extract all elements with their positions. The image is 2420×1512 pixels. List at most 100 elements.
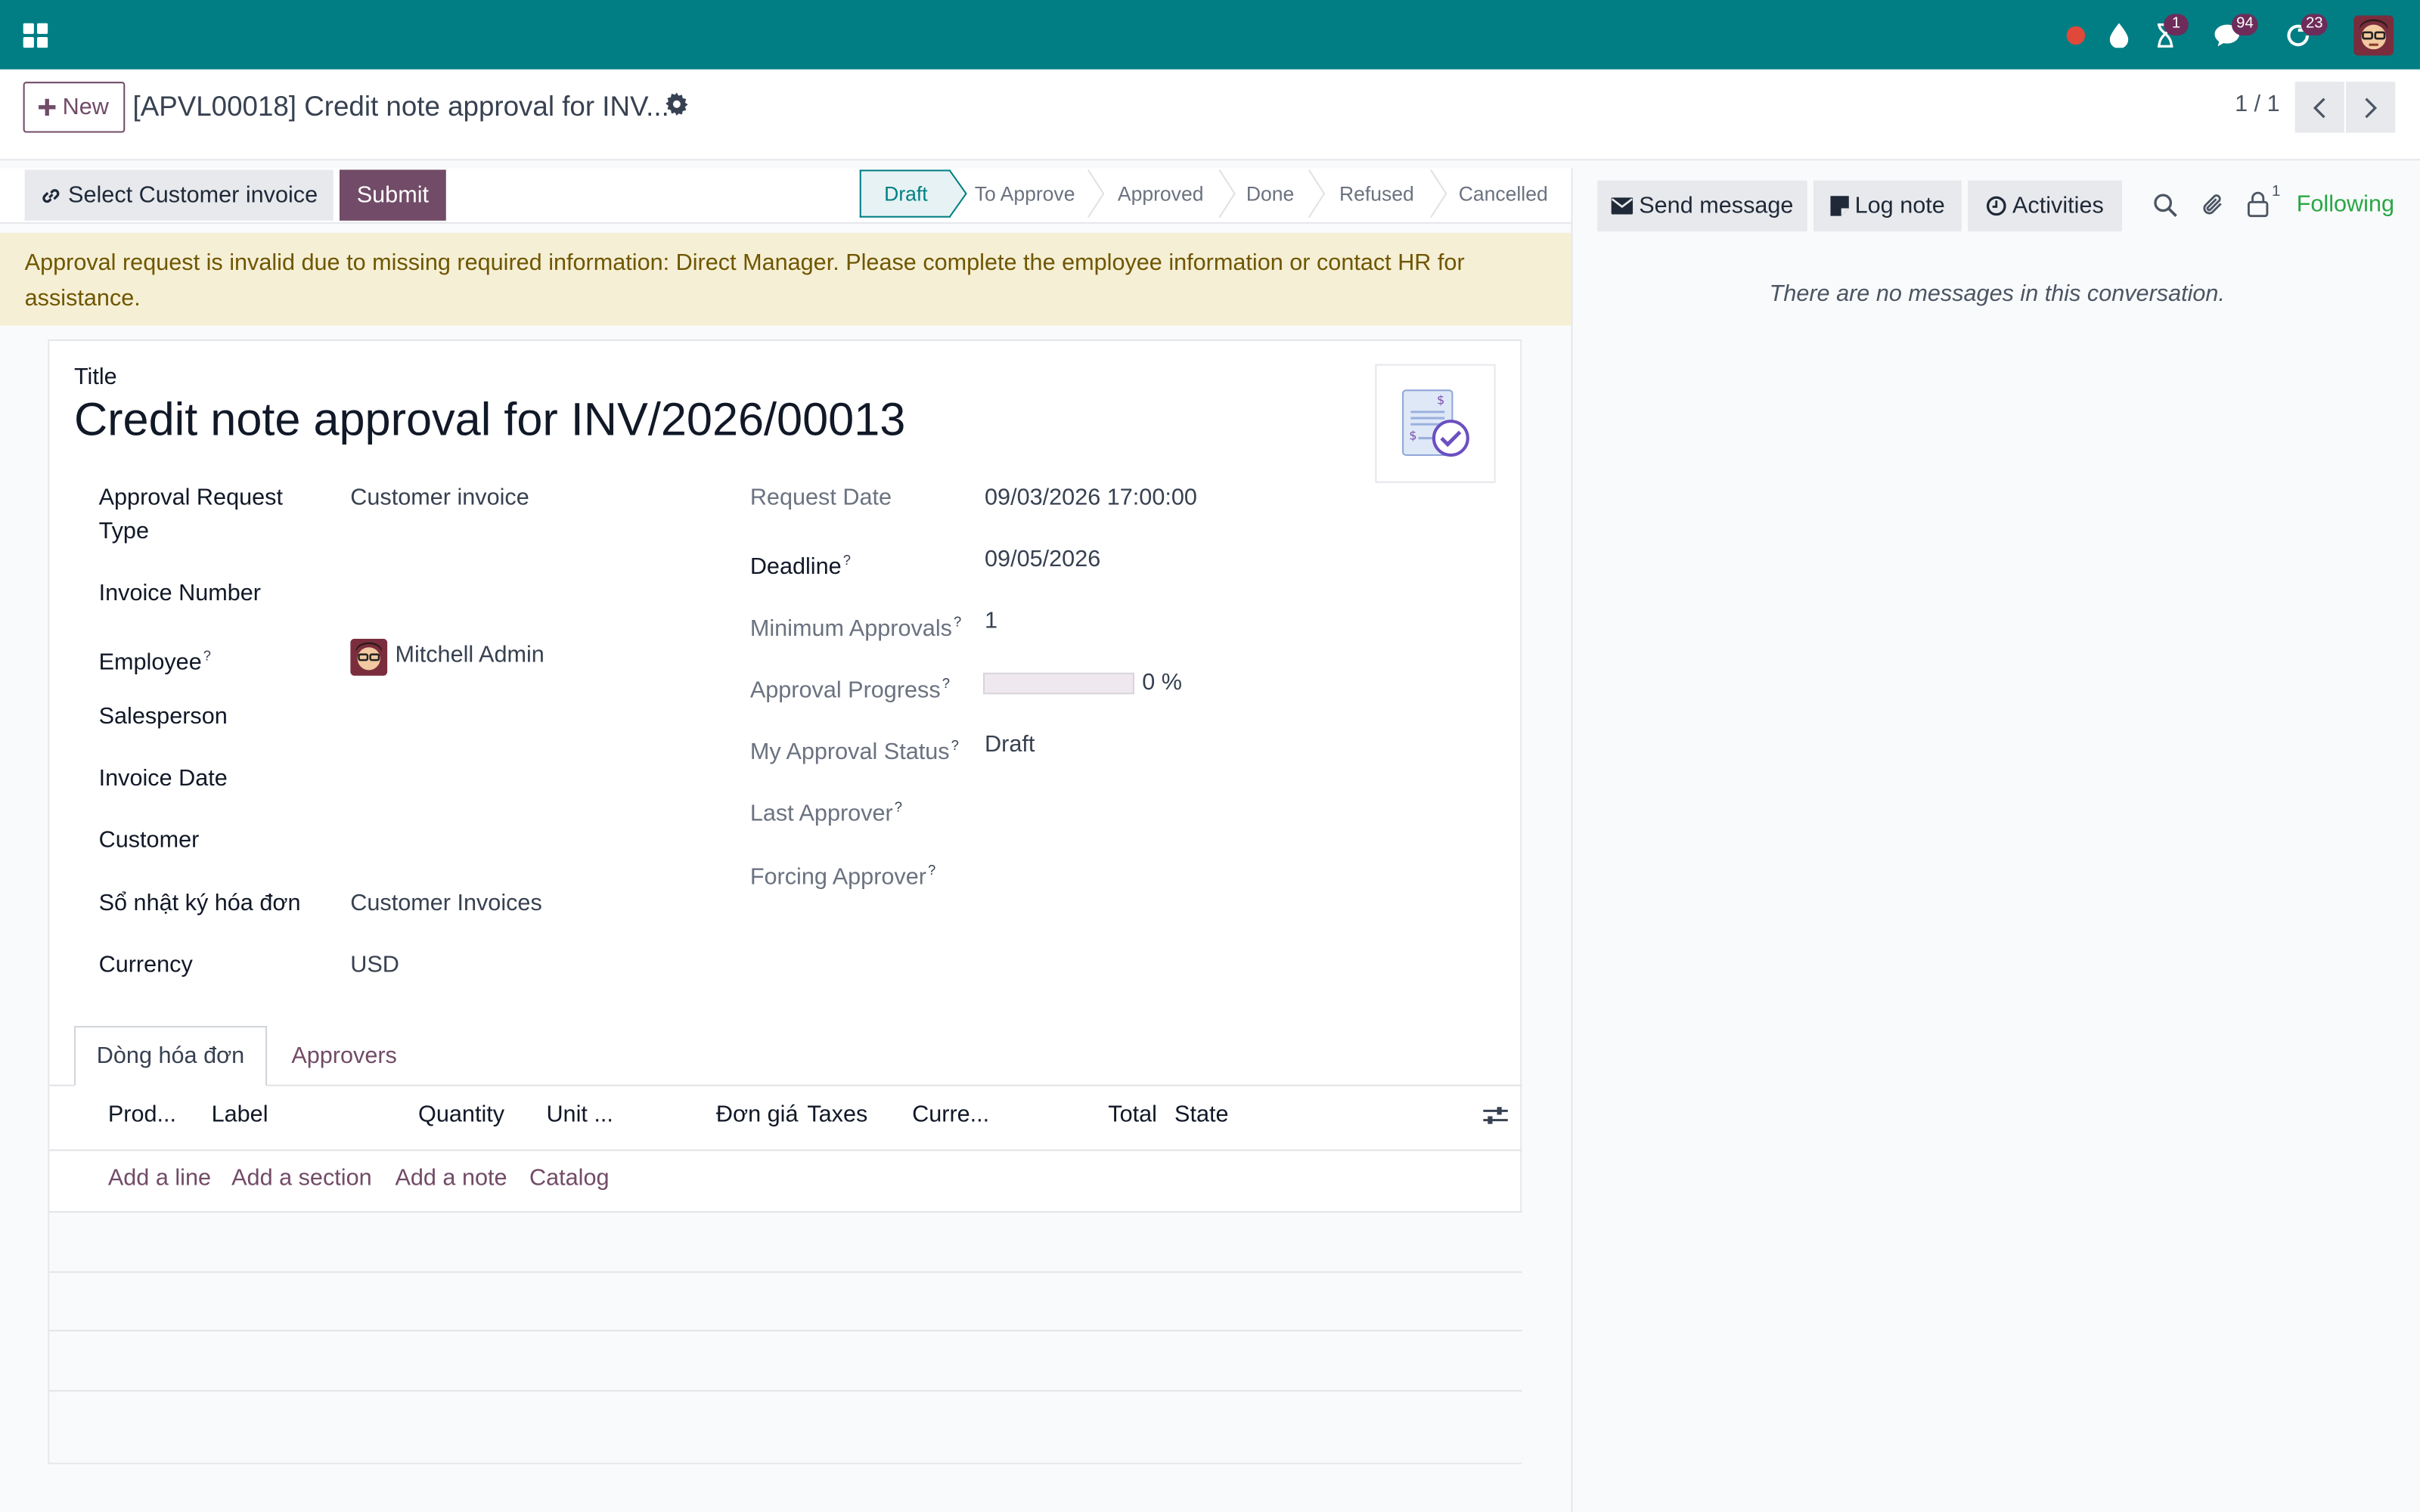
my-approval-status-help-icon[interactable]: ?: [951, 738, 959, 753]
approval-progress-label-text: Approval Progress: [749, 677, 941, 704]
column-state[interactable]: State: [1174, 1101, 1228, 1128]
column-total[interactable]: Total: [1108, 1101, 1157, 1128]
add-note-link[interactable]: Add a note: [395, 1165, 507, 1191]
followers-count: 1: [2272, 183, 2281, 201]
invalid-request-warning: Approval request is invalid due to missi…: [0, 233, 1571, 326]
minimum-approvals-value: 1: [985, 608, 998, 634]
deadline-value[interactable]: 09/05/2026: [985, 543, 1100, 577]
column-quantity[interactable]: Quantity: [418, 1101, 504, 1128]
log-note-button[interactable]: Log note: [1813, 180, 1962, 232]
deadline-help-icon[interactable]: ?: [843, 553, 851, 568]
control-panel: New [APVL00018] Credit note approval for…: [0, 69, 2420, 161]
invoice-number-label: Invoice Number: [98, 580, 261, 607]
column-unit-price[interactable]: Đơn giá: [716, 1101, 799, 1128]
deadline-label: Deadline?: [750, 543, 851, 584]
column-currency[interactable]: Curre...: [912, 1101, 989, 1128]
add-section-link[interactable]: Add a section: [231, 1165, 372, 1191]
search-icon[interactable]: [2153, 193, 2178, 225]
tab-approvers[interactable]: Approvers: [271, 1026, 417, 1086]
last-approver-help-icon[interactable]: ?: [895, 799, 902, 814]
catalog-link[interactable]: Catalog: [529, 1165, 610, 1191]
top-navbar: 1 94 23: [0, 0, 2420, 70]
select-customer-invoice-button[interactable]: Select Customer invoice: [24, 169, 334, 221]
pager-value[interactable]: 1 / 1: [2235, 91, 2280, 117]
employee-help-icon[interactable]: ?: [203, 648, 211, 663]
stage-separator: [1308, 169, 1326, 218]
column-taxes[interactable]: Taxes: [807, 1101, 867, 1128]
employee-label: Employee?: [99, 639, 211, 680]
stage-approved[interactable]: Approved: [1105, 169, 1216, 217]
table-header-divider: [49, 1149, 1522, 1151]
last-approver-label: Last Approver?: [750, 790, 902, 832]
activity-badge: 1: [2164, 14, 2189, 36]
invoice-approval-image[interactable]: $ $: [1375, 364, 1496, 483]
empty-table-row: [49, 1213, 1522, 1272]
approval-progress-bar: [982, 672, 1134, 695]
form-statusbar: Select Customer invoice Submit Draft To …: [0, 168, 1571, 224]
new-button[interactable]: New: [23, 82, 126, 133]
forcing-approver-help-icon[interactable]: ?: [928, 863, 935, 878]
app-menu-icon[interactable]: [15, 0, 55, 70]
send-message-label: Send message: [1639, 193, 1794, 219]
stage-separator: [1218, 169, 1236, 218]
optional-columns-toggle-icon[interactable]: [1483, 1105, 1508, 1134]
link-icon: [42, 188, 60, 203]
column-unit[interactable]: Unit ...: [546, 1101, 613, 1128]
tabs-divider: [49, 1084, 1522, 1086]
user-avatar[interactable]: [2352, 0, 2395, 70]
empty-table-row: [49, 1331, 1522, 1390]
tab-invoice-lines[interactable]: Dòng hóa đơn: [73, 1026, 268, 1086]
svg-text:$: $: [1437, 392, 1444, 407]
employee-label-text: Employee: [98, 649, 202, 676]
drop-icon[interactable]: [2105, 0, 2133, 70]
activities-label: Activities: [2012, 193, 2104, 219]
clock-icon: [1986, 196, 2006, 216]
stage-draft[interactable]: Draft: [859, 169, 951, 218]
column-label[interactable]: Label: [212, 1101, 268, 1128]
stage-to-approve[interactable]: To Approve: [966, 169, 1084, 217]
column-product[interactable]: Prod...: [108, 1101, 176, 1128]
stage-done[interactable]: Done: [1236, 169, 1305, 217]
journal-label: Sổ nhật ký hóa đơn: [98, 890, 301, 917]
app-stage: 1 94 23 New [APVL00018] Credit note appr…: [0, 0, 2420, 1512]
approval-request-type-value[interactable]: Customer invoice: [350, 482, 529, 516]
last-approver-label-text: Last Approver: [749, 801, 893, 827]
my-approval-status-label-text: My Approval Status: [749, 739, 950, 766]
select-customer-invoice-label: Select Customer invoice: [68, 181, 318, 209]
approval-progress-value: 0 %: [1142, 669, 1182, 696]
journal-value[interactable]: Customer Invoices: [350, 887, 542, 921]
minimum-approvals-help-icon[interactable]: ?: [954, 614, 961, 629]
stage-refused[interactable]: Refused: [1326, 169, 1428, 217]
title-label: Title: [73, 364, 117, 391]
stage-separator: [1087, 169, 1105, 218]
chatter-panel: Send message Log note Activities 1 Follo…: [1571, 168, 2420, 1512]
approval-progress-help-icon[interactable]: ?: [942, 676, 950, 691]
customer-label: Customer: [98, 826, 200, 854]
timer-badge: 23: [2301, 14, 2328, 36]
chevron-left-icon: [2313, 97, 2325, 118]
submit-button[interactable]: Submit: [339, 169, 446, 221]
discuss-badge: 94: [2231, 14, 2258, 36]
my-approval-status-value: Draft: [985, 731, 1035, 758]
invoice-check-icon: $ $: [1402, 389, 1469, 457]
follower-lock-icon[interactable]: [2247, 191, 2269, 225]
add-line-link[interactable]: Add a line: [108, 1165, 211, 1191]
activities-button[interactable]: Activities: [1968, 180, 2123, 232]
following-button[interactable]: Following: [2297, 191, 2394, 218]
stage-cancelled[interactable]: Cancelled: [1447, 169, 1559, 217]
gear-icon[interactable]: [666, 92, 689, 123]
paperclip-icon[interactable]: [2201, 191, 2226, 225]
forcing-approver-label-text: Forcing Approver: [749, 863, 926, 891]
currency-value[interactable]: USD: [350, 949, 399, 983]
my-approval-status-label: My Approval Status?: [750, 728, 959, 770]
request-date-value[interactable]: 09/03/2026 17:00:00: [985, 482, 1197, 516]
plus-icon: [39, 98, 57, 116]
send-message-button[interactable]: Send message: [1597, 180, 1807, 232]
record-indicator-icon[interactable]: [2062, 0, 2090, 70]
record-title-field[interactable]: Credit note approval for INV/2026/00013: [74, 395, 905, 447]
employee-value[interactable]: Mitchell Admin: [395, 639, 544, 673]
pager-next-button[interactable]: [2346, 82, 2396, 133]
new-button-label: New: [62, 94, 109, 121]
pager-previous-button[interactable]: [2294, 82, 2344, 133]
approval-request-type-label: Approval Request Type: [98, 484, 283, 545]
